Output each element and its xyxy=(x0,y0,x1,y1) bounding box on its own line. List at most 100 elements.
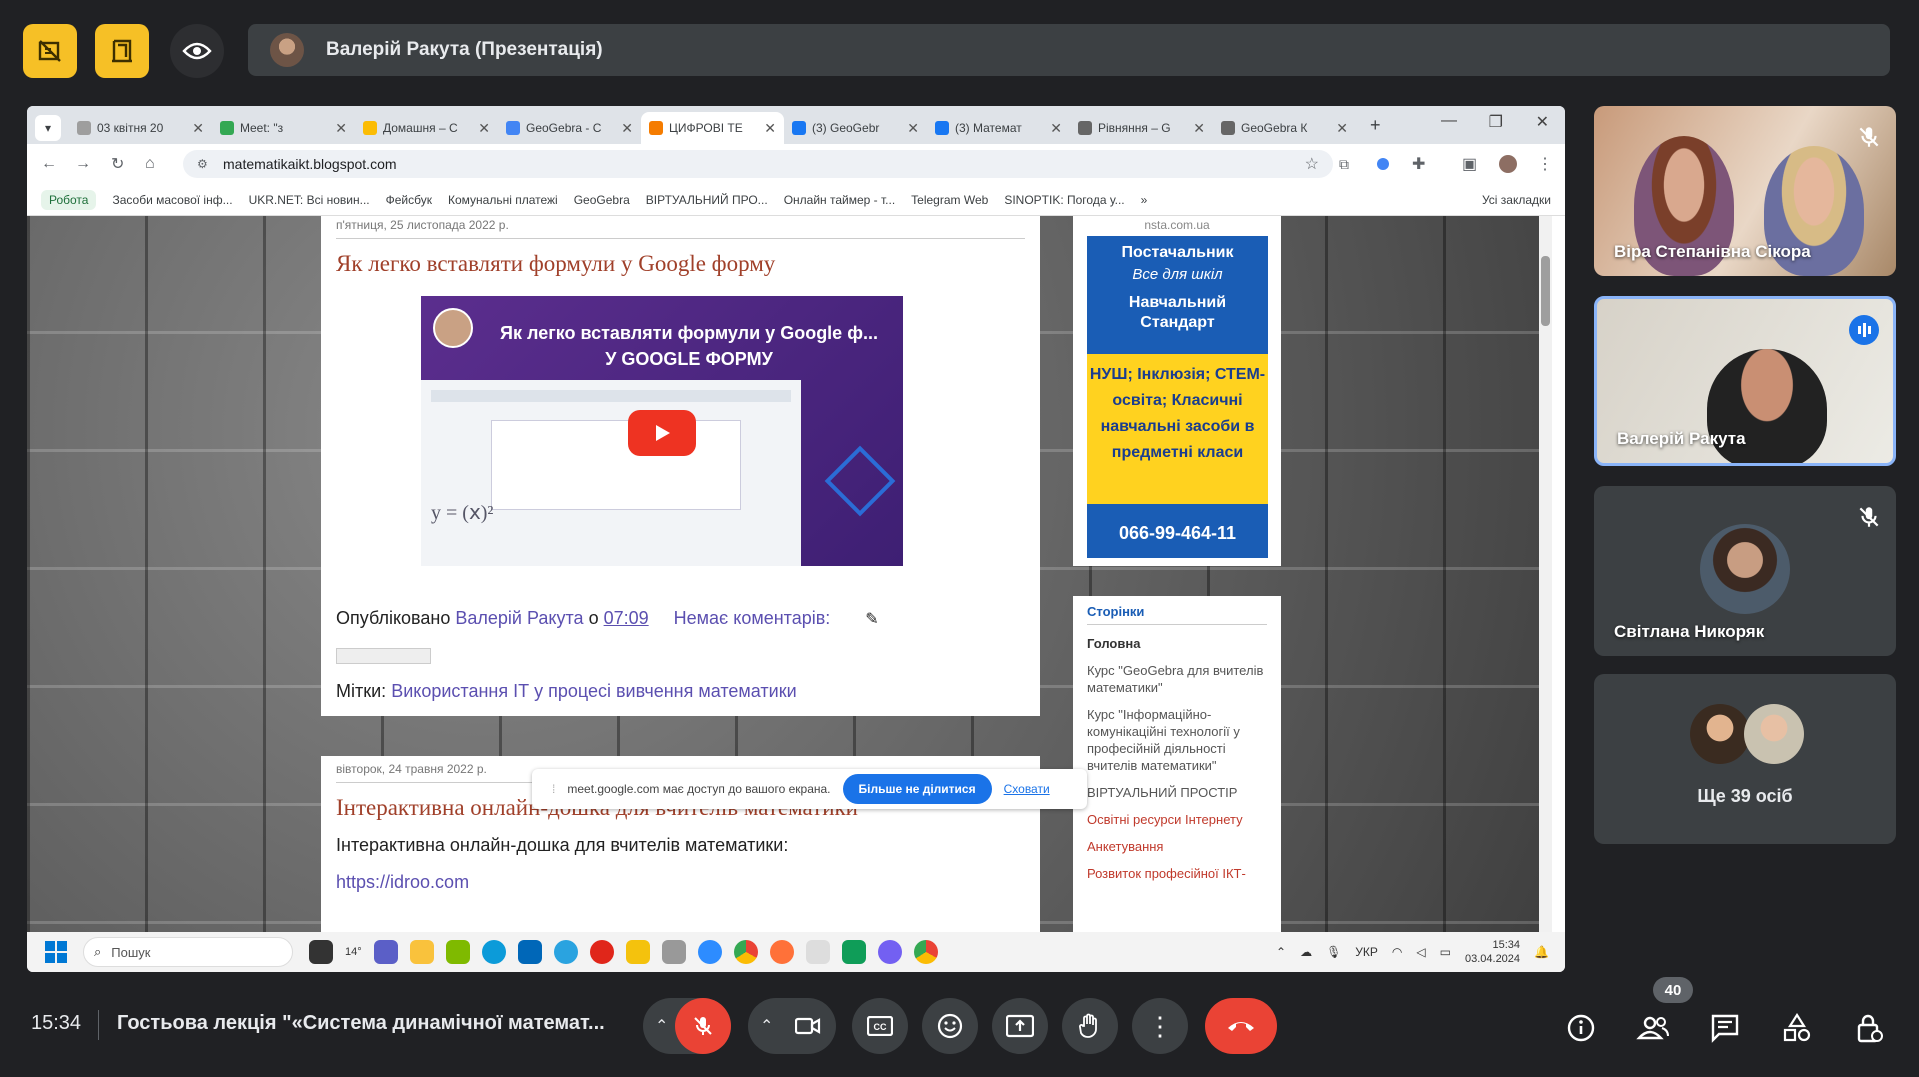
tab-search-icon[interactable]: ▾ xyxy=(35,115,61,141)
sidebar-page-link[interactable]: ВІРТУАЛЬНИЙ ПРОСТІР xyxy=(1087,784,1267,801)
time-link[interactable]: 07:09 xyxy=(604,608,649,628)
captions-off-icon[interactable] xyxy=(23,24,77,78)
author-link[interactable]: Валерій Ракута xyxy=(455,608,583,628)
bookmark-item[interactable]: ВІРТУАЛЬНИЙ ПРО... xyxy=(646,193,768,207)
close-tab-icon[interactable]: ✕ xyxy=(1193,120,1205,137)
sidebar-page-link[interactable]: Курс "GeoGebra для вчителів математики" xyxy=(1087,662,1267,696)
share-buttons[interactable] xyxy=(336,648,431,664)
edit-pencil-icon[interactable]: ✎ xyxy=(865,611,878,628)
chrome-icon[interactable] xyxy=(733,940,758,964)
close-tab-icon[interactable]: ✕ xyxy=(478,120,490,137)
minimize-icon[interactable]: — xyxy=(1441,112,1457,130)
menu-kebab-icon[interactable]: ⋮ xyxy=(1537,154,1553,174)
language-indicator[interactable]: УКР xyxy=(1355,945,1378,959)
browser-tab[interactable]: 03 квітня 20 ✕ xyxy=(69,112,212,144)
sidebar-page-link[interactable]: Освітні ресурси Інтернету xyxy=(1087,811,1267,828)
play-button[interactable] xyxy=(628,410,696,456)
maximize-icon[interactable]: ❐ xyxy=(1489,112,1503,132)
browser-tab[interactable]: (3) GeoGebr ✕ xyxy=(784,112,927,144)
close-tab-icon[interactable]: ✕ xyxy=(764,120,776,137)
mic-toggle-button[interactable] xyxy=(675,998,731,1054)
windows-start-icon[interactable] xyxy=(45,941,67,963)
viber-icon[interactable] xyxy=(877,940,902,964)
browser-tab[interactable]: GeoGebra К ✕ xyxy=(1213,112,1356,144)
taskbar-clock[interactable]: 15:34 03.04.2024 xyxy=(1465,938,1520,966)
task-view-icon[interactable] xyxy=(309,940,333,964)
present-button[interactable] xyxy=(992,998,1048,1054)
presentation-icon[interactable] xyxy=(95,24,149,78)
bookmark-item[interactable]: Засоби масової інф... xyxy=(112,193,232,207)
edge-icon[interactable] xyxy=(481,940,506,964)
eye-icon[interactable] xyxy=(170,24,224,78)
sidepanel-icon[interactable]: ▣ xyxy=(1462,154,1477,174)
browser-tab[interactable]: (3) Математ ✕ xyxy=(927,112,1070,144)
microphone-icon[interactable]: 🎙 xyxy=(1326,945,1341,959)
bookmark-item[interactable]: » xyxy=(1141,193,1148,207)
participant-tile[interactable]: Світлана Никоряк xyxy=(1594,486,1896,656)
drag-handle-icon[interactable]: ⁞ xyxy=(552,782,555,796)
file-explorer-icon[interactable] xyxy=(409,940,434,964)
browser-tab[interactable]: ЦИФРОВІ ТЕ ✕ xyxy=(641,112,784,144)
bookmark-item[interactable]: Фейсбук xyxy=(386,193,432,207)
scrollbar-thumb[interactable] xyxy=(1541,256,1550,326)
sidebar-page-link[interactable]: Анкетування xyxy=(1087,838,1267,855)
camera-toggle-button[interactable] xyxy=(780,998,836,1054)
new-tab-icon[interactable]: + xyxy=(1370,115,1381,136)
meeting-details-button[interactable] xyxy=(1558,1005,1604,1051)
store-icon[interactable] xyxy=(517,940,542,964)
close-tab-icon[interactable]: ✕ xyxy=(621,120,633,137)
app-icon[interactable] xyxy=(445,940,470,964)
camera-options-chevron-icon[interactable]: ⌃ xyxy=(760,1016,773,1036)
more-participants-tile[interactable]: Ще 39 осіб xyxy=(1594,674,1896,844)
sidebar-ad[interactable]: nsta.com.ua Постачальник Все для шкіл На… xyxy=(1073,216,1281,566)
mic-options-chevron-icon[interactable]: ⌃ xyxy=(655,1016,668,1036)
raise-hand-button[interactable] xyxy=(1062,998,1118,1054)
video-embed[interactable]: Як легко вставляти формули у Google ф...… xyxy=(421,296,903,566)
comments-link[interactable]: Немає коментарів: xyxy=(674,608,831,628)
sidebar-page-link[interactable]: Розвиток професійної ІКТ- xyxy=(1087,865,1267,882)
browser-tab[interactable]: Meet: "з ✕ xyxy=(212,112,355,144)
geogebra-icon[interactable] xyxy=(661,940,686,964)
meeting-title[interactable]: Гостьова лекція "«Система динамічної мат… xyxy=(117,1012,605,1035)
taskbar-search[interactable]: ⌕ Пошук xyxy=(83,937,293,967)
site-info-icon[interactable]: ⚙ xyxy=(197,157,208,171)
participant-tile-speaking[interactable]: Валерій Ракута xyxy=(1594,296,1896,466)
reactions-button[interactable] xyxy=(922,998,978,1054)
browser-tab[interactable]: Рівняння – G ✕ xyxy=(1070,112,1213,144)
chrome-icon[interactable] xyxy=(913,940,938,964)
reload-icon[interactable]: ↻ xyxy=(111,154,124,174)
volume-icon[interactable]: ◁ xyxy=(1416,945,1425,959)
close-window-icon[interactable]: ✕ xyxy=(1536,112,1549,132)
post-link[interactable]: https://idroo.com xyxy=(336,872,1025,893)
forward-icon[interactable]: → xyxy=(75,155,91,173)
browser-tab[interactable]: GeoGebra - С ✕ xyxy=(498,112,641,144)
puzzle-icon[interactable]: ✚ xyxy=(1412,154,1425,174)
more-options-button[interactable]: ⋮ xyxy=(1132,998,1188,1054)
label-link[interactable]: Використання ІТ у процесі вивчення матем… xyxy=(391,681,796,701)
telegram-icon[interactable] xyxy=(553,940,578,964)
app-icon[interactable] xyxy=(805,940,830,964)
bookmark-item[interactable]: SINOPTIK: Погода у... xyxy=(1004,193,1124,207)
bookmark-item[interactable]: Робота xyxy=(41,189,97,210)
extension-dot-icon[interactable] xyxy=(1377,158,1389,170)
extension-icon[interactable]: ⧉ xyxy=(1339,156,1349,173)
bookmark-item[interactable]: Комунальні платежі xyxy=(448,193,558,207)
back-icon[interactable]: ← xyxy=(41,155,57,173)
weather-icon[interactable]: 14° xyxy=(345,946,362,958)
opera-icon[interactable] xyxy=(589,940,614,964)
page-scrollbar[interactable] xyxy=(1539,216,1552,932)
app-icon[interactable] xyxy=(841,940,866,964)
bookmark-star-icon[interactable]: ☆ xyxy=(1305,154,1319,174)
close-tab-icon[interactable]: ✕ xyxy=(335,120,347,137)
bookmark-item[interactable]: Усі закладки xyxy=(1482,193,1551,207)
close-tab-icon[interactable]: ✕ xyxy=(192,120,204,137)
bookmark-item[interactable]: Онлайн таймер - т... xyxy=(784,193,895,207)
battery-icon[interactable]: ▭ xyxy=(1440,945,1451,959)
home-icon[interactable]: ⌂ xyxy=(145,155,155,173)
browser-tab[interactable]: Домашня – С ✕ xyxy=(355,112,498,144)
zoom-icon[interactable] xyxy=(697,940,722,964)
cloud-icon[interactable]: ☁ xyxy=(1300,945,1312,959)
firefox-icon[interactable] xyxy=(769,940,794,964)
activities-button[interactable] xyxy=(1774,1005,1820,1051)
profile-avatar[interactable] xyxy=(1499,155,1517,173)
